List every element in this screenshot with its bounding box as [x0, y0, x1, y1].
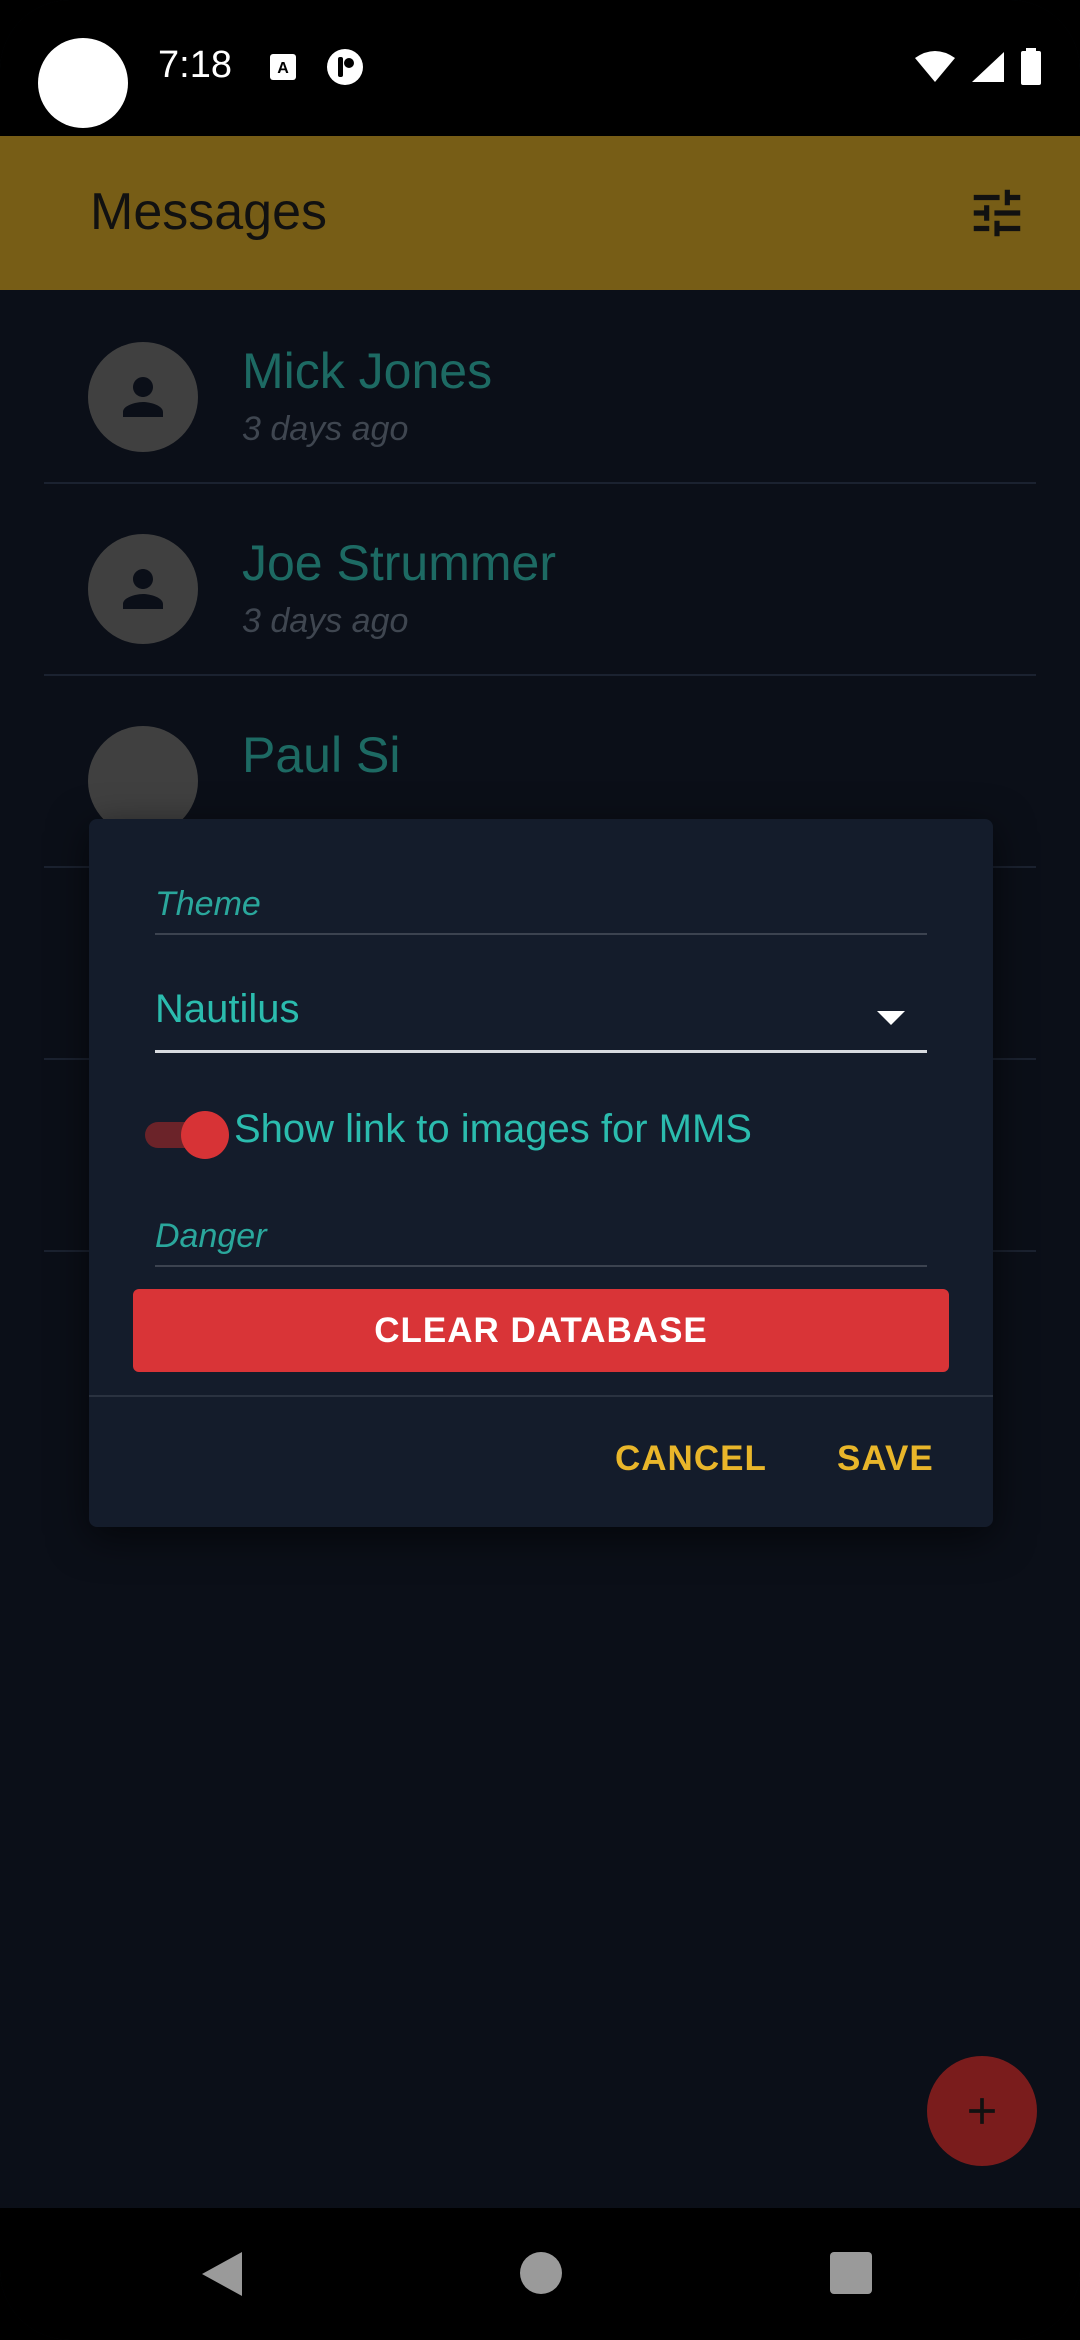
back-icon[interactable] [202, 2252, 242, 2296]
svg-text:A: A [277, 60, 289, 77]
avatar [88, 534, 198, 644]
person-icon [123, 569, 163, 609]
page-title: Messages [90, 183, 327, 241]
signal-icon [970, 50, 1006, 89]
dialog-divider [89, 1395, 993, 1397]
camera-cutout [38, 38, 128, 128]
status-time: 7:18 [158, 44, 232, 86]
tune-icon[interactable] [966, 182, 1028, 244]
battery-icon [1020, 48, 1042, 91]
danger-label: Danger [155, 1217, 267, 1255]
person-icon [123, 377, 163, 417]
home-icon[interactable] [520, 2252, 562, 2294]
contact-time: 3 days ago [242, 602, 409, 640]
mms-link-label: Show link to images for MMS [234, 1107, 752, 1151]
status-bar: 7:18 A [0, 0, 1080, 136]
conversation-row[interactable]: Joe Strummer 3 days ago [44, 482, 1036, 676]
system-nav-bar [0, 2208, 1080, 2340]
keyboard-notification-icon: A [268, 52, 298, 82]
contact-time: 3 days ago [242, 410, 409, 448]
app-notification-icon [326, 48, 364, 86]
danger-divider [155, 1265, 927, 1267]
theme-divider [155, 933, 927, 935]
add-icon [969, 2098, 995, 2124]
mms-link-toggle[interactable] [141, 1109, 231, 1161]
avatar [88, 342, 198, 452]
toggle-thumb [181, 1111, 229, 1159]
chevron-down-icon[interactable] [877, 1011, 905, 1025]
theme-select-underline [155, 1050, 927, 1053]
cancel-button[interactable]: CANCEL [615, 1439, 767, 1479]
save-button[interactable]: SAVE [837, 1439, 934, 1479]
clear-database-button[interactable]: CLEAR DATABASE [133, 1289, 949, 1372]
contact-name: Joe Strummer [242, 535, 556, 591]
conversation-row[interactable]: Mick Jones 3 days ago [44, 290, 1036, 484]
status-icons [914, 48, 1042, 91]
recent-apps-icon[interactable] [830, 2252, 872, 2294]
screen: 7:18 A Messages Mick Jones 3 days ago Jo… [0, 0, 1080, 2340]
settings-dialog: Theme Nautilus Show link to images for M… [89, 819, 993, 1527]
new-message-button[interactable] [927, 2056, 1037, 2166]
theme-select[interactable]: Nautilus [155, 987, 300, 1032]
wifi-icon [914, 50, 956, 89]
contact-name: Paul Si [242, 727, 401, 783]
theme-label: Theme [155, 885, 261, 923]
contact-name: Mick Jones [242, 343, 493, 399]
app-bar: Messages [0, 136, 1080, 290]
